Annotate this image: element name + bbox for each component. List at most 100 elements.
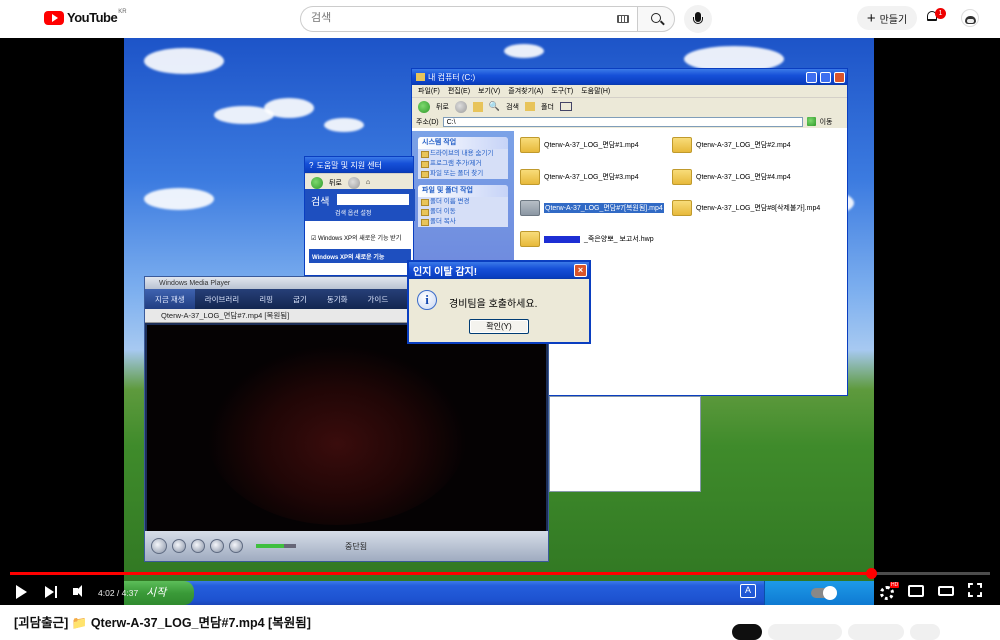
file-tasks-panel: 파일 및 폴더 작업 폴더 이름 변경 폴더 이동 폴더 복사 [418,185,508,227]
help-checkbox[interactable]: ☑ Windows XP의 새로운 기능 받기 [311,233,401,242]
mute-icon[interactable] [229,539,243,553]
next-icon[interactable] [210,539,224,553]
menu-help[interactable]: 도움말(H) [581,86,610,96]
cloud [144,188,214,210]
menu-favorites[interactable]: 즐겨찾기(A) [508,86,543,96]
video-player[interactable]: 내 컴퓨터 (C:) 파일(F) 편집(E) 보기(V) 즐겨찾기(A) 도구(… [0,38,1000,605]
home-icon[interactable]: ⌂ [366,179,370,186]
explorer-titlebar[interactable]: 내 컴퓨터 (C:) [412,69,847,85]
time-display: 4:02 / 4:37 [98,588,139,598]
task-copy[interactable]: 폴더 복사 [418,217,508,227]
folder-icon [672,200,692,216]
file-item[interactable]: Qterw-A-37_LOG_면담#8[삭제불가].mp4 [672,200,820,216]
chips-row [732,624,940,640]
chip[interactable] [768,624,842,640]
menu-edit[interactable]: 편집(E) [448,86,470,96]
help-back-label[interactable]: 뒤로 [329,178,342,188]
folders-label[interactable]: 폴더 [541,102,554,112]
task-rename[interactable]: 폴더 이름 변경 [418,197,508,207]
menu-view[interactable]: 보기(V) [478,86,500,96]
previous-icon[interactable] [191,539,205,553]
autoplay-toggle[interactable] [811,586,837,600]
stop-icon[interactable] [172,539,186,553]
progress-bar[interactable] [10,568,990,579]
keyboard-icon[interactable] [617,15,629,23]
youtube-header: YouTube KR + 만들기 1 [0,0,1000,38]
help-icon: ? [309,160,314,170]
search-input[interactable] [311,12,591,24]
task-find[interactable]: 파일 또는 폴더 찾기 [418,169,508,179]
avatar[interactable] [961,9,979,27]
logo-text: YouTube [67,10,118,25]
alert-dialog[interactable]: 인지 이탈 감지! × i 경비팀을 호출하세요. 확인(Y) [407,260,591,344]
help-search-sub[interactable]: 검색 옵션 설정 [335,208,371,217]
chip[interactable] [732,624,762,640]
tab-guide[interactable]: 가이드 [358,289,399,309]
tab-burn[interactable]: 굽기 [283,289,317,309]
voice-search-button[interactable] [684,5,712,33]
play-button[interactable] [12,582,32,602]
alert-titlebar[interactable]: 인지 이탈 감지! × [409,262,589,279]
folders-icon[interactable] [525,102,535,111]
file-item[interactable]: Qterw-A-37_LOG_면담#2.mp4 [672,137,791,153]
close-icon[interactable]: × [574,264,587,277]
back-arrow-icon[interactable] [311,176,323,189]
next-button[interactable] [42,582,62,602]
forward-arrow-icon[interactable] [347,176,360,189]
volume-slider[interactable] [256,544,296,548]
ok-button[interactable]: 확인(Y) [469,319,529,334]
file-item[interactable]: Qterw-A-37_LOG_면담#3.mp4 [520,169,639,185]
views-icon[interactable] [559,102,572,111]
folder-icon [672,137,692,153]
search-label[interactable]: 검색 [506,102,519,112]
task-add-remove[interactable]: 프로그램 추가/제거 [418,159,508,169]
tab-now-playing[interactable]: 지금 재생 [145,289,195,309]
volume-button[interactable] [70,582,90,602]
task-hide-drive[interactable]: 드라이브의 내용 숨기기 [418,149,508,159]
file-tasks-title[interactable]: 파일 및 폴더 작업 [418,185,508,197]
play-icon[interactable] [151,538,167,554]
system-tasks-panel: 시스템 작업 드라이브의 내용 숨기기 프로그램 추가/제거 파일 또는 폴더 … [418,137,508,179]
theater-mode-icon[interactable] [938,586,954,596]
file-item[interactable]: Qterw-A-37_LOG_면담#1.mp4 [520,137,639,153]
progress-fill [10,572,871,575]
tab-rip[interactable]: 리핑 [249,289,283,309]
minimize-button[interactable] [806,71,817,83]
search-button[interactable] [637,6,675,32]
address-field[interactable]: C:\ [442,116,803,127]
current-time: 4:02 [98,588,115,598]
back-arrow-icon[interactable] [418,100,430,113]
chip[interactable] [910,624,940,640]
back-label[interactable]: 뒤로 [436,102,449,112]
search-icon[interactable]: 🔍 [489,101,500,112]
menu-file[interactable]: 파일(F) [418,86,440,96]
task-move[interactable]: 폴더 이동 [418,207,508,217]
file-item-selected[interactable]: Qterw-A-37_LOG_면담#7[복원됨].mp4 [520,200,664,216]
search-box[interactable] [300,6,637,32]
up-folder-icon[interactable] [472,101,483,112]
tab-sync[interactable]: 동기화 [317,289,358,309]
subtitles-icon[interactable]: A [740,584,756,598]
go-label[interactable]: 이동 [820,117,833,127]
close-button[interactable] [834,71,845,83]
maximize-button[interactable] [820,71,831,83]
system-tasks-title[interactable]: 시스템 작업 [418,137,508,149]
file-name: Qterw-A-37_LOG_면담#4.mp4 [696,174,791,181]
miniplayer-icon[interactable] [908,585,924,597]
youtube-logo[interactable]: YouTube KR [44,9,127,25]
settings-icon[interactable] [880,586,894,600]
file-item[interactable]: Qterw-A-37_LOG_면담#4.mp4 [672,169,791,185]
help-titlebar[interactable]: ? 도움말 및 지원 센터 [305,157,413,173]
file-item[interactable]: _죽은양뽀_ 보고서.hwp [520,231,654,247]
forward-arrow-icon[interactable] [454,100,467,113]
tab-library[interactable]: 라이브러리 [195,289,250,309]
video-frame[interactable]: 내 컴퓨터 (C:) 파일(F) 편집(E) 보기(V) 즐겨찾기(A) 도구(… [124,38,874,605]
wmp-video-area[interactable] [147,325,546,531]
menu-tools[interactable]: 도구(T) [551,86,573,96]
chip[interactable] [848,624,904,640]
help-search-field[interactable] [337,194,409,205]
create-button[interactable]: + 만들기 [857,6,917,30]
go-icon[interactable] [806,117,816,126]
help-center-window[interactable]: ? 도움말 및 지원 센터 뒤로 ⌂ 검색 검색 옵션 설정 ☑ Windows… [304,156,415,276]
player-controls: 4:02 / 4:37 [0,578,1000,605]
